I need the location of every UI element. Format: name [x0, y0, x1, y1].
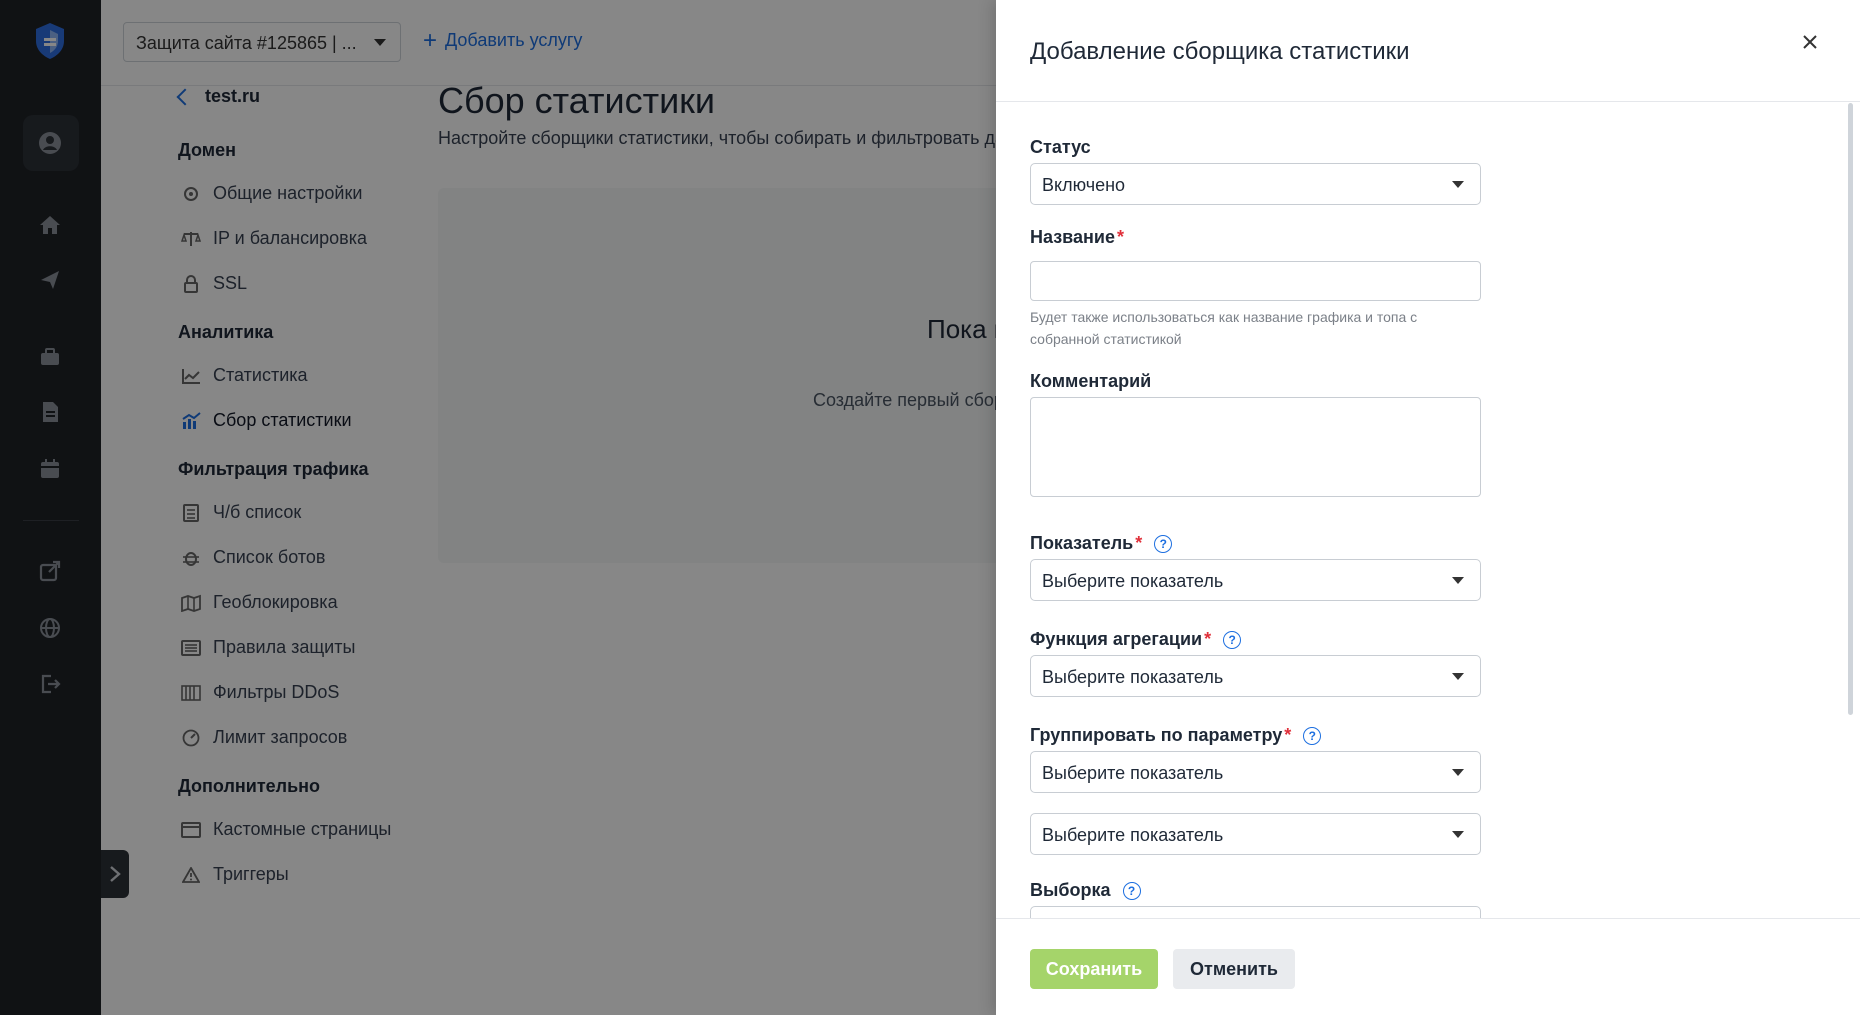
chevron-down-icon	[1452, 673, 1464, 680]
metric-label: Показатель * ?	[1030, 533, 1173, 554]
metric-label-text: Показатель	[1030, 533, 1134, 553]
name-label: Название *	[1030, 227, 1124, 248]
required-mark: *	[1135, 533, 1143, 553]
required-mark: *	[1116, 227, 1124, 247]
drawer-header: Добавление сборщика статистики	[996, 0, 1860, 102]
close-icon	[1803, 35, 1817, 49]
aggregation-select[interactable]: Выберите показатель	[1030, 655, 1481, 697]
drawer-footer: Сохранить Отменить	[996, 918, 1860, 1015]
comment-textarea[interactable]	[1030, 397, 1481, 497]
group-by-label-text: Группировать по параметру	[1030, 725, 1283, 745]
help-icon[interactable]: ?	[1223, 630, 1242, 649]
comment-label: Комментарий	[1030, 371, 1151, 392]
aggregation-select-value: Выберите показатель	[1042, 667, 1224, 687]
chevron-down-icon	[1452, 181, 1464, 188]
group-by-select-1[interactable]: Выберите показатель	[1030, 751, 1481, 793]
help-icon[interactable]: ?	[1122, 881, 1141, 900]
close-button[interactable]	[1796, 28, 1824, 56]
status-label-text: Статус	[1030, 137, 1091, 157]
comment-label-text: Комментарий	[1030, 371, 1152, 391]
metric-select[interactable]: Выберите показатель	[1030, 559, 1481, 601]
chevron-down-icon	[1452, 831, 1464, 838]
drawer-scrollbar[interactable]	[1848, 103, 1853, 715]
metric-select-value: Выберите показатель	[1042, 571, 1224, 591]
group-by-select-value: Выберите показатель	[1042, 825, 1224, 845]
status-label: Статус	[1030, 137, 1091, 158]
sample-label-text: Выборка	[1030, 880, 1111, 900]
required-mark: *	[1204, 629, 1212, 649]
aggregation-label-text: Функция агрегации	[1030, 629, 1203, 649]
help-icon[interactable]: ?	[1303, 726, 1322, 745]
add-collector-drawer: Добавление сборщика статистики Статус Вк…	[996, 0, 1860, 1015]
name-field[interactable]	[1030, 261, 1481, 301]
help-icon[interactable]: ?	[1154, 534, 1173, 553]
name-label-text: Название	[1030, 227, 1115, 247]
chevron-down-icon	[1452, 769, 1464, 776]
group-by-select-value: Выберите показатель	[1042, 763, 1224, 783]
status-select[interactable]: Включено	[1030, 163, 1481, 205]
save-button[interactable]: Сохранить	[1030, 949, 1158, 989]
sample-label: Выборка ?	[1030, 880, 1141, 901]
cancel-button[interactable]: Отменить	[1173, 949, 1295, 989]
drawer-title: Добавление сборщика статистики	[1030, 38, 1410, 65]
group-by-label: Группировать по параметру * ?	[1030, 725, 1322, 746]
drawer-body: Статус Включено Название * Будет также и…	[996, 103, 1860, 918]
required-mark: *	[1284, 725, 1292, 745]
chevron-down-icon	[1452, 577, 1464, 584]
sample-select[interactable]	[1030, 906, 1481, 918]
name-hint: Будет также использоваться как название …	[1030, 309, 1418, 347]
aggregation-label: Функция агрегации * ?	[1030, 629, 1242, 650]
status-select-value: Включено	[1042, 175, 1126, 195]
group-by-select-2[interactable]: Выберите показатель	[1030, 813, 1481, 855]
